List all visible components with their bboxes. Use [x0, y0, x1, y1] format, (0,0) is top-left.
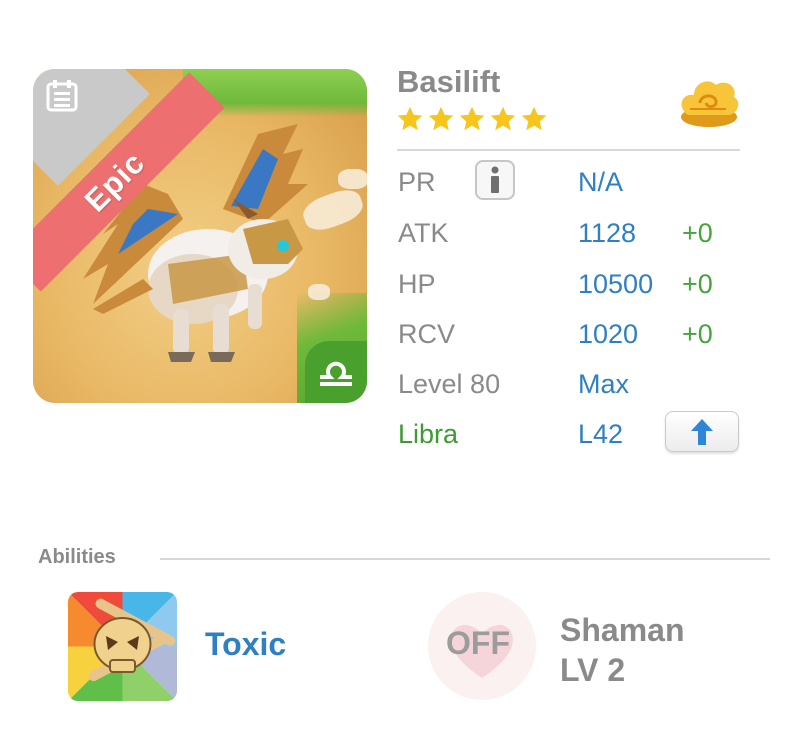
stat-value-rcv: 1020 — [578, 319, 639, 349]
cloud-wind-icon — [681, 81, 739, 127]
abilities-section-label: Abilities — [38, 546, 116, 568]
stat-label-rcv: RCV — [398, 319, 456, 349]
star-rating — [396, 105, 548, 133]
libra-icon — [320, 361, 352, 386]
star-icon — [428, 106, 454, 131]
monster-name: Basilift — [397, 64, 501, 99]
star-icon — [521, 106, 547, 131]
skill-name-line1: Shaman — [560, 612, 685, 648]
stat-label-level: Level 80 — [398, 369, 501, 399]
star-icon — [459, 106, 485, 131]
ability-name[interactable]: Toxic — [205, 626, 286, 663]
document-icon[interactable] — [44, 78, 80, 114]
upgrade-button[interactable] — [665, 411, 739, 452]
stat-bonus-rcv: +0 — [682, 319, 713, 349]
stat-bonus-atk: +0 — [682, 218, 713, 248]
star-icon — [490, 106, 516, 131]
stat-label-pr: PR — [398, 167, 436, 197]
stat-value-zodiac: L42 — [578, 419, 624, 449]
skill-level: LV 2 — [560, 652, 626, 688]
star-icon — [397, 106, 423, 131]
arrow-up-icon — [691, 418, 713, 445]
stat-value-hp: 10500 — [578, 269, 654, 299]
bone-decoration — [338, 169, 367, 189]
stat-value-pr: N/A — [578, 167, 624, 197]
info-icon — [491, 166, 499, 193]
skull-crossbones-icon — [68, 592, 177, 701]
stat-bonus-hp: +0 — [682, 269, 713, 299]
zodiac-badge — [305, 341, 367, 403]
stat-value-level: Max — [578, 369, 630, 399]
ability-icon[interactable] — [68, 592, 177, 701]
abilities-divider — [160, 558, 770, 560]
info-button[interactable] — [475, 160, 515, 200]
stat-value-atk: 1128 — [578, 218, 637, 248]
stat-label-atk: ATK — [398, 218, 449, 248]
skill-status: OFF — [446, 625, 510, 661]
stat-label-zodiac: Libra — [398, 419, 459, 449]
monster-portrait-card[interactable]: Epic — [33, 69, 367, 403]
skill-name: Shaman LV 2 — [560, 610, 684, 690]
header-divider — [397, 149, 740, 151]
stat-label-hp: HP — [398, 269, 436, 299]
